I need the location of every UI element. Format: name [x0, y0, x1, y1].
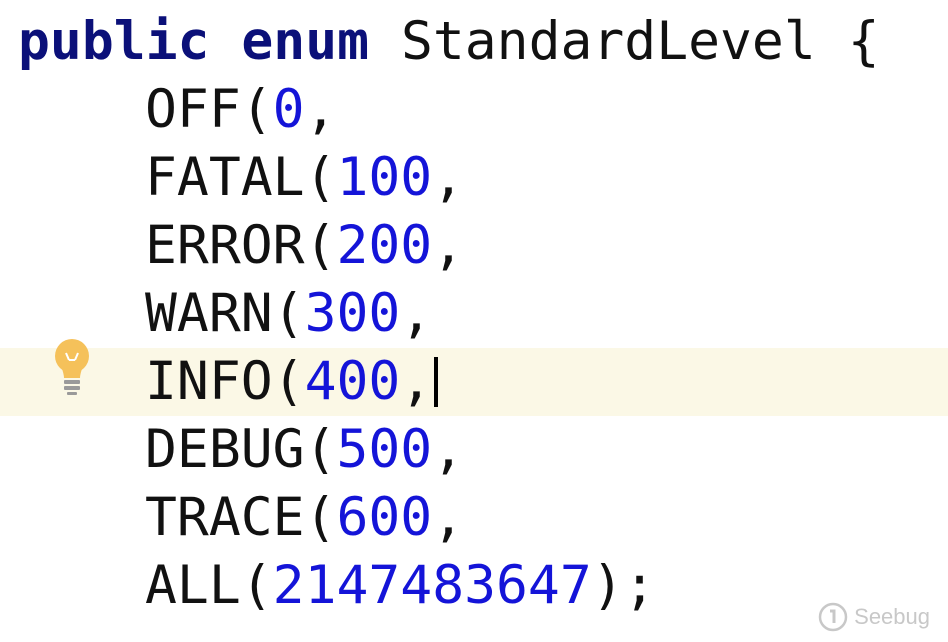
constant-name: ERROR	[145, 215, 305, 276]
constant-name: INFO	[145, 351, 273, 412]
constant-name: ALL	[145, 555, 241, 616]
constant-terminator: );	[591, 555, 656, 616]
constant-value: 100	[336, 147, 433, 208]
constant-terminator: ,	[400, 283, 433, 344]
constant-value: 400	[304, 351, 401, 412]
constant-terminator: ,	[432, 215, 465, 276]
constant-terminator: ,	[432, 147, 465, 208]
enum-name: StandardLevel	[400, 11, 816, 72]
constant-name: OFF	[145, 79, 241, 140]
constant-value: 2147483647	[272, 555, 592, 616]
constant-value: 500	[336, 419, 433, 480]
code-line-constant[interactable]: ALL(2147483647);	[0, 552, 948, 620]
constant-terminator: ,	[400, 351, 433, 412]
constant-name: FATAL	[145, 147, 305, 208]
declaration-code: public enum StandardLevel {	[18, 8, 880, 76]
constant-terminator: ,	[432, 487, 465, 548]
code-line-constant[interactable]: WARN(300,	[0, 280, 948, 348]
constant-terminator: ,	[304, 79, 337, 140]
seebug-logo-icon	[818, 602, 848, 632]
code-line-constant[interactable]: OFF(0,	[0, 76, 948, 144]
code-line-constant[interactable]: FATAL(100,	[0, 144, 948, 212]
constant-value: 0	[272, 79, 305, 140]
constant-value: 600	[336, 487, 433, 548]
constant-value: 300	[304, 283, 401, 344]
constant-terminator: ,	[432, 419, 465, 480]
constant-name: DEBUG	[145, 419, 305, 480]
code-editor[interactable]: public enum StandardLevel { OFF(0, FATAL…	[0, 0, 948, 642]
constant-value: 200	[336, 215, 433, 276]
code-line-declaration[interactable]: public enum StandardLevel {	[0, 8, 948, 76]
open-brace: {	[847, 11, 880, 72]
constant-name: TRACE	[145, 487, 305, 548]
lightbulb-icon[interactable]	[52, 336, 92, 398]
watermark-text: Seebug	[854, 604, 930, 629]
keyword-public: public	[18, 11, 210, 72]
keyword-enum: enum	[241, 11, 370, 72]
code-line-current[interactable]: INFO(400,	[0, 348, 948, 416]
code-line-constant[interactable]: DEBUG(500,	[0, 416, 948, 484]
code-line-constant[interactable]: TRACE(600,	[0, 484, 948, 552]
watermark: Seebug	[818, 602, 930, 632]
text-caret	[434, 357, 439, 407]
constant-name: WARN	[145, 283, 273, 344]
code-line-constant[interactable]: ERROR(200,	[0, 212, 948, 280]
